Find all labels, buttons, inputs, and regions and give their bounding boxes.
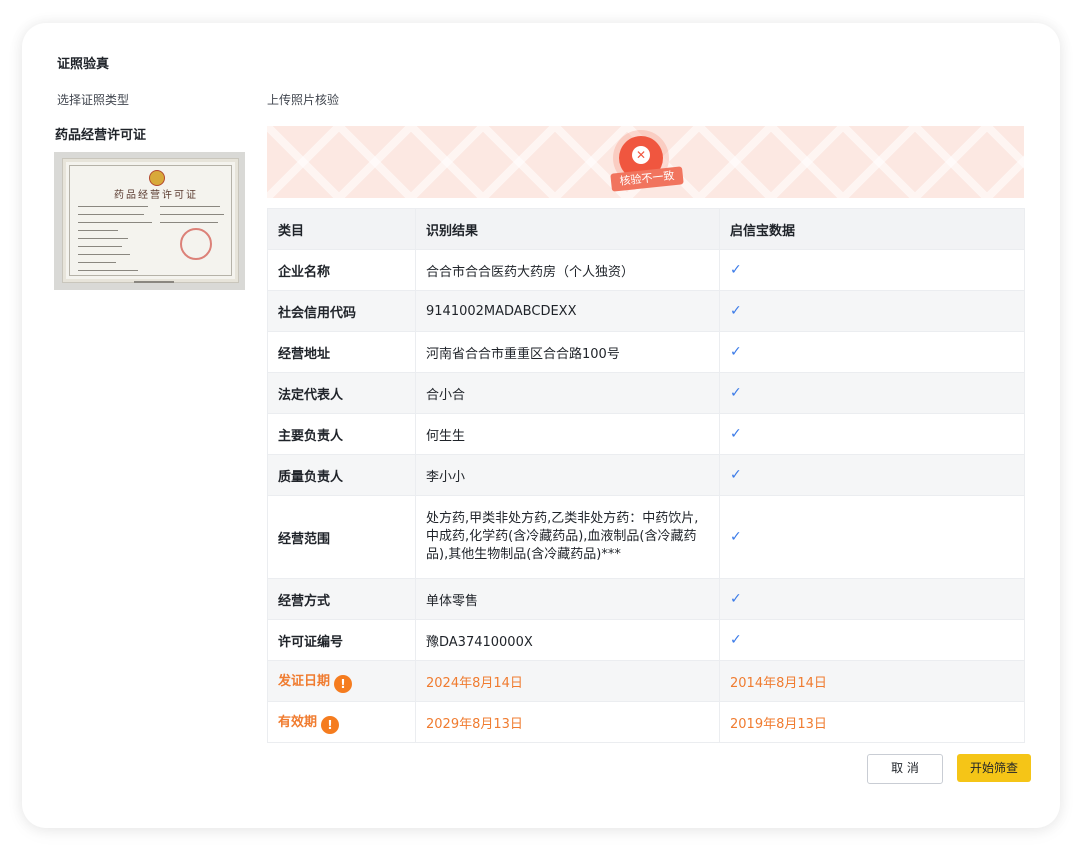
check-icon: ✓ — [730, 467, 742, 483]
verification-dialog: 证照验真 选择证照类型 上传照片核验 药品经营许可证 药品经营许可证 ✕ 核验不… — [38, 38, 1042, 794]
table-row: 主要负责人 何生生 ✓ — [267, 413, 1025, 455]
row-result: 李小小 — [415, 454, 720, 496]
license-footer-line — [134, 281, 174, 283]
select-type-label: 选择证照类型 — [57, 93, 130, 107]
table-row: 经营范围 处方药,甲类非处方药,乙类非处方药：中药饮片,中成药,化学药(含冷藏药… — [267, 495, 1025, 579]
row-qixin: ✓ — [719, 372, 1025, 414]
row-result: 处方药,甲类非处方药,乙类非处方药：中药饮片,中成药,化学药(含冷藏药品),血液… — [415, 495, 720, 579]
table-row: 经营方式 单体零售 ✓ — [267, 578, 1025, 620]
row-qixin: ✓ — [719, 619, 1025, 661]
text-line — [78, 230, 118, 231]
row-category: 企业名称 — [267, 249, 416, 291]
row-result: 何生生 — [415, 413, 720, 455]
table-header-row: 类目 识别结果 启信宝数据 — [267, 208, 1025, 250]
seal-stamp — [180, 228, 212, 260]
row-result: 2024年8月14日 — [415, 660, 720, 702]
row-result: 合小合 — [415, 372, 720, 414]
check-icon: ✓ — [730, 385, 742, 401]
text-line — [78, 222, 152, 223]
row-category: 经营地址 — [267, 331, 416, 373]
row-category: 经营方式 — [267, 578, 416, 620]
close-icon: ✕ — [632, 146, 650, 164]
table-row: 质量负责人 李小小 ✓ — [267, 454, 1025, 496]
row-category: 主要负责人 — [267, 413, 416, 455]
column-header-qixin: 启信宝数据 — [719, 208, 1025, 250]
check-icon: ✓ — [730, 426, 742, 442]
row-category: 许可证编号 — [267, 619, 416, 661]
row-category: 发证日期! — [267, 660, 416, 702]
check-icon: ✓ — [730, 632, 742, 648]
row-qixin: ✓ — [719, 249, 1025, 291]
verification-banner: ✕ 核验不一致 — [267, 126, 1024, 198]
row-category-label: 有效期 — [278, 714, 318, 730]
row-qixin: ✓ — [719, 454, 1025, 496]
row-category: 质量负责人 — [267, 454, 416, 496]
check-icon: ✓ — [730, 303, 742, 319]
upload-label: 上传照片核验 — [267, 93, 340, 107]
emblem-icon — [149, 170, 165, 186]
table-row-mismatch: 发证日期! 2024年8月14日 2014年8月14日 — [267, 660, 1025, 702]
table-row: 企业名称 合合市合合医药大药房（个人独资） ✓ — [267, 249, 1025, 291]
row-qixin: 2019年8月13日 — [719, 701, 1025, 743]
license-image-title: 药品经营许可证 — [114, 190, 198, 201]
row-category: 经营范围 — [267, 495, 416, 579]
row-result: 合合市合合医药大药房（个人独资） — [415, 249, 720, 291]
license-paper: 药品经营许可证 — [62, 158, 239, 283]
row-result: 2029年8月13日 — [415, 701, 720, 743]
row-qixin: ✓ — [719, 413, 1025, 455]
license-type-option[interactable]: 药品经营许可证 — [55, 124, 146, 143]
result-table: 类目 识别结果 启信宝数据 企业名称 合合市合合医药大药房（个人独资） ✓ 社会… — [267, 208, 1025, 743]
text-line — [160, 206, 220, 207]
table-row: 许可证编号 豫DA37410000X ✓ — [267, 619, 1025, 661]
text-line — [78, 214, 144, 215]
row-category: 法定代表人 — [267, 372, 416, 414]
row-result: 9141002MADABCDEXX — [415, 290, 720, 332]
row-category-label: 发证日期 — [278, 673, 331, 689]
page-title: 证照验真 — [57, 57, 110, 72]
table-row: 经营地址 河南省合合市重重区合合路100号 ✓ — [267, 331, 1025, 373]
column-header-result: 识别结果 — [415, 208, 720, 250]
table-row: 法定代表人 合小合 ✓ — [267, 372, 1025, 414]
text-line — [160, 222, 218, 223]
check-icon: ✓ — [730, 591, 742, 607]
text-line — [78, 262, 116, 263]
table-row-mismatch: 有效期! 2029年8月13日 2019年8月13日 — [267, 701, 1025, 743]
text-line — [78, 206, 148, 207]
row-qixin: ✓ — [719, 290, 1025, 332]
row-qixin: 2014年8月14日 — [719, 660, 1025, 702]
row-category: 有效期! — [267, 701, 416, 743]
check-icon: ✓ — [730, 344, 742, 360]
row-category: 社会信用代码 — [267, 290, 416, 332]
text-line — [78, 246, 122, 247]
start-screening-button[interactable]: 开始筛查 — [957, 754, 1031, 782]
cancel-button[interactable]: 取 消 — [867, 754, 943, 784]
check-icon: ✓ — [730, 262, 742, 278]
row-result: 河南省合合市重重区合合路100号 — [415, 331, 720, 373]
license-border: 药品经营许可证 — [69, 165, 232, 276]
table-row: 社会信用代码 9141002MADABCDEXX ✓ — [267, 290, 1025, 332]
warning-icon[interactable]: ! — [321, 715, 340, 734]
row-qixin: ✓ — [719, 578, 1025, 620]
check-icon: ✓ — [730, 529, 742, 545]
column-header-category: 类目 — [267, 208, 416, 250]
warning-icon[interactable]: ! — [334, 674, 353, 693]
license-thumbnail[interactable]: 药品经营许可证 — [54, 152, 245, 290]
text-line — [78, 270, 138, 271]
text-line — [160, 214, 224, 215]
row-result: 单体零售 — [415, 578, 720, 620]
row-qixin: ✓ — [719, 495, 1025, 579]
row-result: 豫DA37410000X — [415, 619, 720, 661]
text-line — [78, 238, 128, 239]
row-qixin: ✓ — [719, 331, 1025, 373]
text-line — [78, 254, 130, 255]
